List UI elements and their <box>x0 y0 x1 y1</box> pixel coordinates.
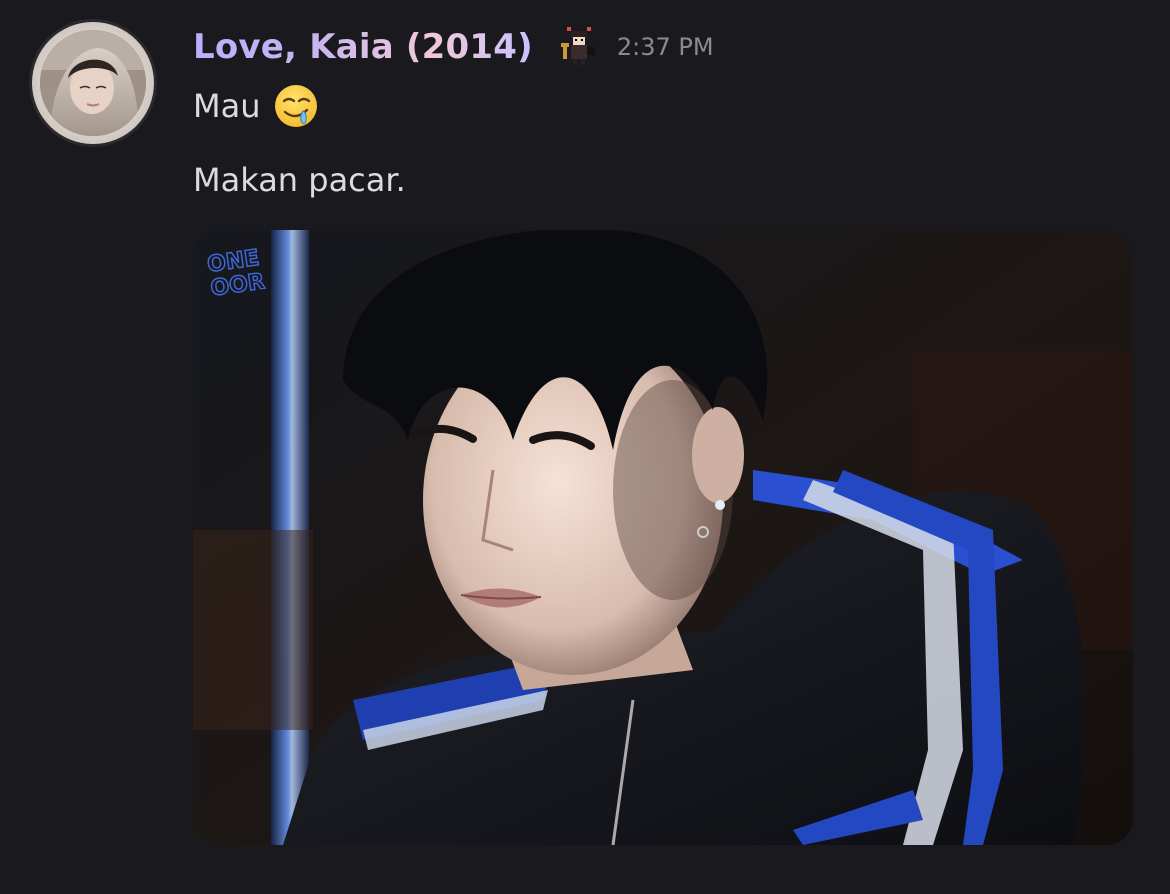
image-attachment[interactable]: ONE OOR <box>193 230 1133 845</box>
chat-message: Love, Kaia (2014) 2:37 PM Mau Makan paca… <box>0 0 1170 894</box>
watermark: ONE OOR <box>205 245 267 302</box>
message-line-1: Mau <box>193 82 319 130</box>
pixel-character-badge-icon[interactable] <box>560 27 597 67</box>
drooling-face-icon <box>273 83 319 129</box>
message-text: Makan pacar. <box>193 161 406 199</box>
message-header: Love, Kaia (2014) 2:37 PM <box>193 22 714 72</box>
attachment-photo <box>193 230 1133 845</box>
avatar-image <box>40 30 146 136</box>
author-name[interactable]: Love, Kaia (2014) <box>193 27 533 67</box>
message-line-2: Makan pacar. <box>193 156 406 204</box>
message-text: Mau <box>193 87 261 125</box>
author-avatar[interactable] <box>32 22 154 144</box>
message-timestamp: 2:37 PM <box>616 33 714 61</box>
